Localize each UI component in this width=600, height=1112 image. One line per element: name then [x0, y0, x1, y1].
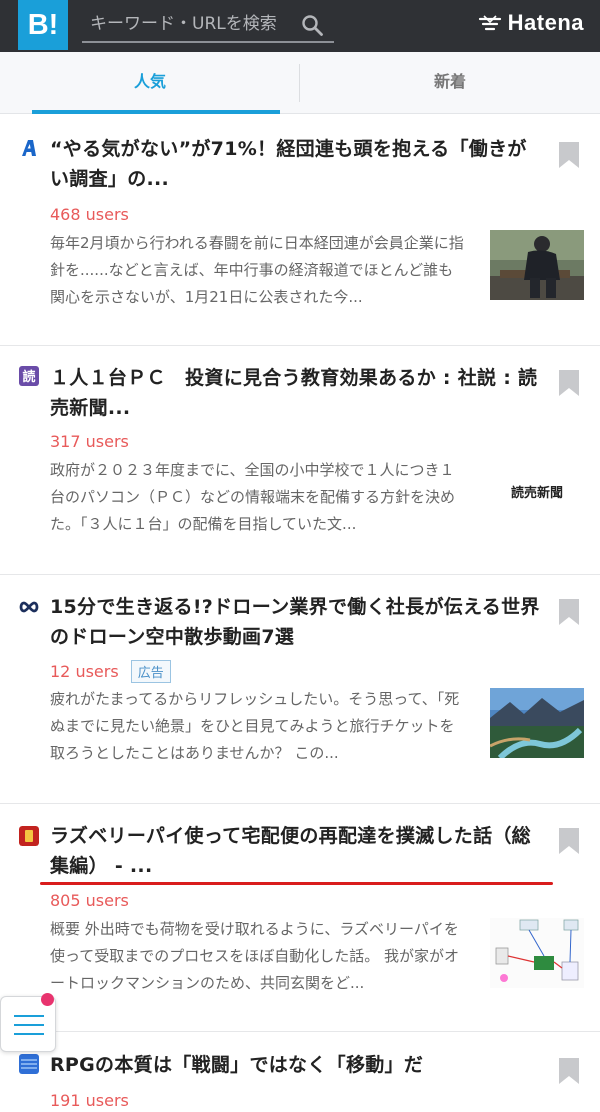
hatena-brand[interactable]: Hatena — [478, 9, 584, 37]
tab-popular[interactable]: 人気 — [0, 52, 300, 114]
users-line: 468 users — [50, 202, 129, 226]
hatena-bookmark-logo[interactable]: B! — [18, 0, 68, 50]
thumbnail-river-landscape[interactable] — [490, 688, 584, 758]
list-item[interactable]: RPGの本質は「戦闘」ではなく「移動」だ 191 users — [0, 1032, 600, 1112]
list-item[interactable]: 15分で生き返る!?ドローン業界で働く社長が伝える世界のドローン空中散歩動画7選… — [0, 575, 600, 804]
menu-icon — [14, 1024, 44, 1026]
menu-icon — [14, 1015, 44, 1017]
entry-title[interactable]: 15分で生き返る!?ドローン業界で働く社長が伝える世界のドローン空中散歩動画7選 — [50, 592, 540, 652]
users-count[interactable]: 191 users — [50, 1091, 129, 1110]
entry-title[interactable]: RPGの本質は「戦闘」ではなく「移動」だ — [50, 1050, 540, 1080]
thumbnail-man-on-bench[interactable] — [490, 230, 584, 300]
bookmark-icon[interactable] — [559, 370, 579, 396]
bookmark-icon[interactable] — [559, 142, 579, 168]
entry-title[interactable]: １人１台ＰＣ 投資に見合う教育効果あるか : 社説 : 読売新聞... — [50, 363, 540, 423]
tab-new[interactable]: 新着 — [300, 52, 600, 113]
tab-divider — [299, 64, 300, 102]
red-underline-annotation — [40, 882, 553, 885]
entry-title[interactable]: ラズベリーパイ使って宅配便の再配達を撲滅した話（総集編） - ... — [50, 821, 540, 881]
users-count[interactable]: 12 users — [50, 662, 119, 681]
users-count[interactable]: 805 users — [50, 891, 129, 910]
menu-icon — [14, 1033, 44, 1035]
list-item[interactable]: ラズベリーパイ使って宅配便の再配達を撲滅した話（総集編） - ... 805 u… — [0, 804, 600, 1032]
a-blue-icon — [22, 140, 36, 156]
infinity-icon — [19, 601, 39, 613]
list-item[interactable]: “やる気がない”が71%！経団連も頭を抱える「働きがい調査」の... 468 u… — [0, 114, 600, 346]
hatena-mark-icon — [478, 15, 501, 31]
entry-description: 概要 外出時でも荷物を受け取れるように、ラズベリーパイを使って受取までのプロセス… — [50, 920, 460, 992]
app-header: B! Hatena — [0, 0, 600, 52]
users-line: 12 users 広告 — [50, 659, 171, 683]
search-icon[interactable] — [300, 13, 324, 37]
thumbnail-yomiuri-logo[interactable]: 読売新聞 — [490, 456, 584, 526]
svg-text:読: 読 — [22, 369, 35, 385]
entry-description: 毎年2月頃から行われる春闘を前に日本経団連が会員企業に指針を......などと言… — [50, 234, 464, 306]
brand-name: Hatena — [507, 10, 584, 35]
thumbnail-raspberry-pi-diagram[interactable] — [490, 918, 584, 988]
yomiuri-icon: 読 — [19, 366, 39, 386]
entry-description: 疲れがたまってるからリフレッシュしたい。そう思って、「死ぬまでに見たい絶景」をひ… — [50, 690, 460, 762]
notification-dot — [41, 993, 54, 1006]
users-count[interactable]: 468 users — [50, 205, 129, 224]
menu-button[interactable] — [0, 993, 56, 1052]
ad-badge: 広告 — [130, 659, 171, 683]
tab-bar: 人気 新着 — [0, 52, 600, 114]
entry-description: 政府が２０２３年度までに、全国の小中学校で１人につき１台のパソコン（ＰＣ）などの… — [50, 461, 456, 533]
entry-title[interactable]: “やる気がない”が71%！経団連も頭を抱える「働きがい調査」の... — [50, 134, 540, 194]
bookmark-icon[interactable] — [559, 599, 579, 625]
users-count[interactable]: 317 users — [50, 432, 129, 451]
search-input[interactable] — [90, 7, 290, 41]
list-item[interactable]: 読 １人１台ＰＣ 投資に見合う教育効果あるか : 社説 : 読売新聞... 31… — [0, 346, 600, 575]
bookmark-icon[interactable] — [559, 1058, 579, 1084]
bookmark-icon[interactable] — [559, 828, 579, 854]
users-line: 191 users — [50, 1088, 129, 1112]
search-box[interactable] — [82, 5, 334, 43]
users-line: 805 users — [50, 888, 129, 912]
users-line: 317 users — [50, 429, 129, 453]
red-square-icon — [19, 826, 39, 846]
newspaper-name: 読売新聞 — [510, 485, 563, 501]
blue-pattern-icon — [19, 1054, 39, 1074]
